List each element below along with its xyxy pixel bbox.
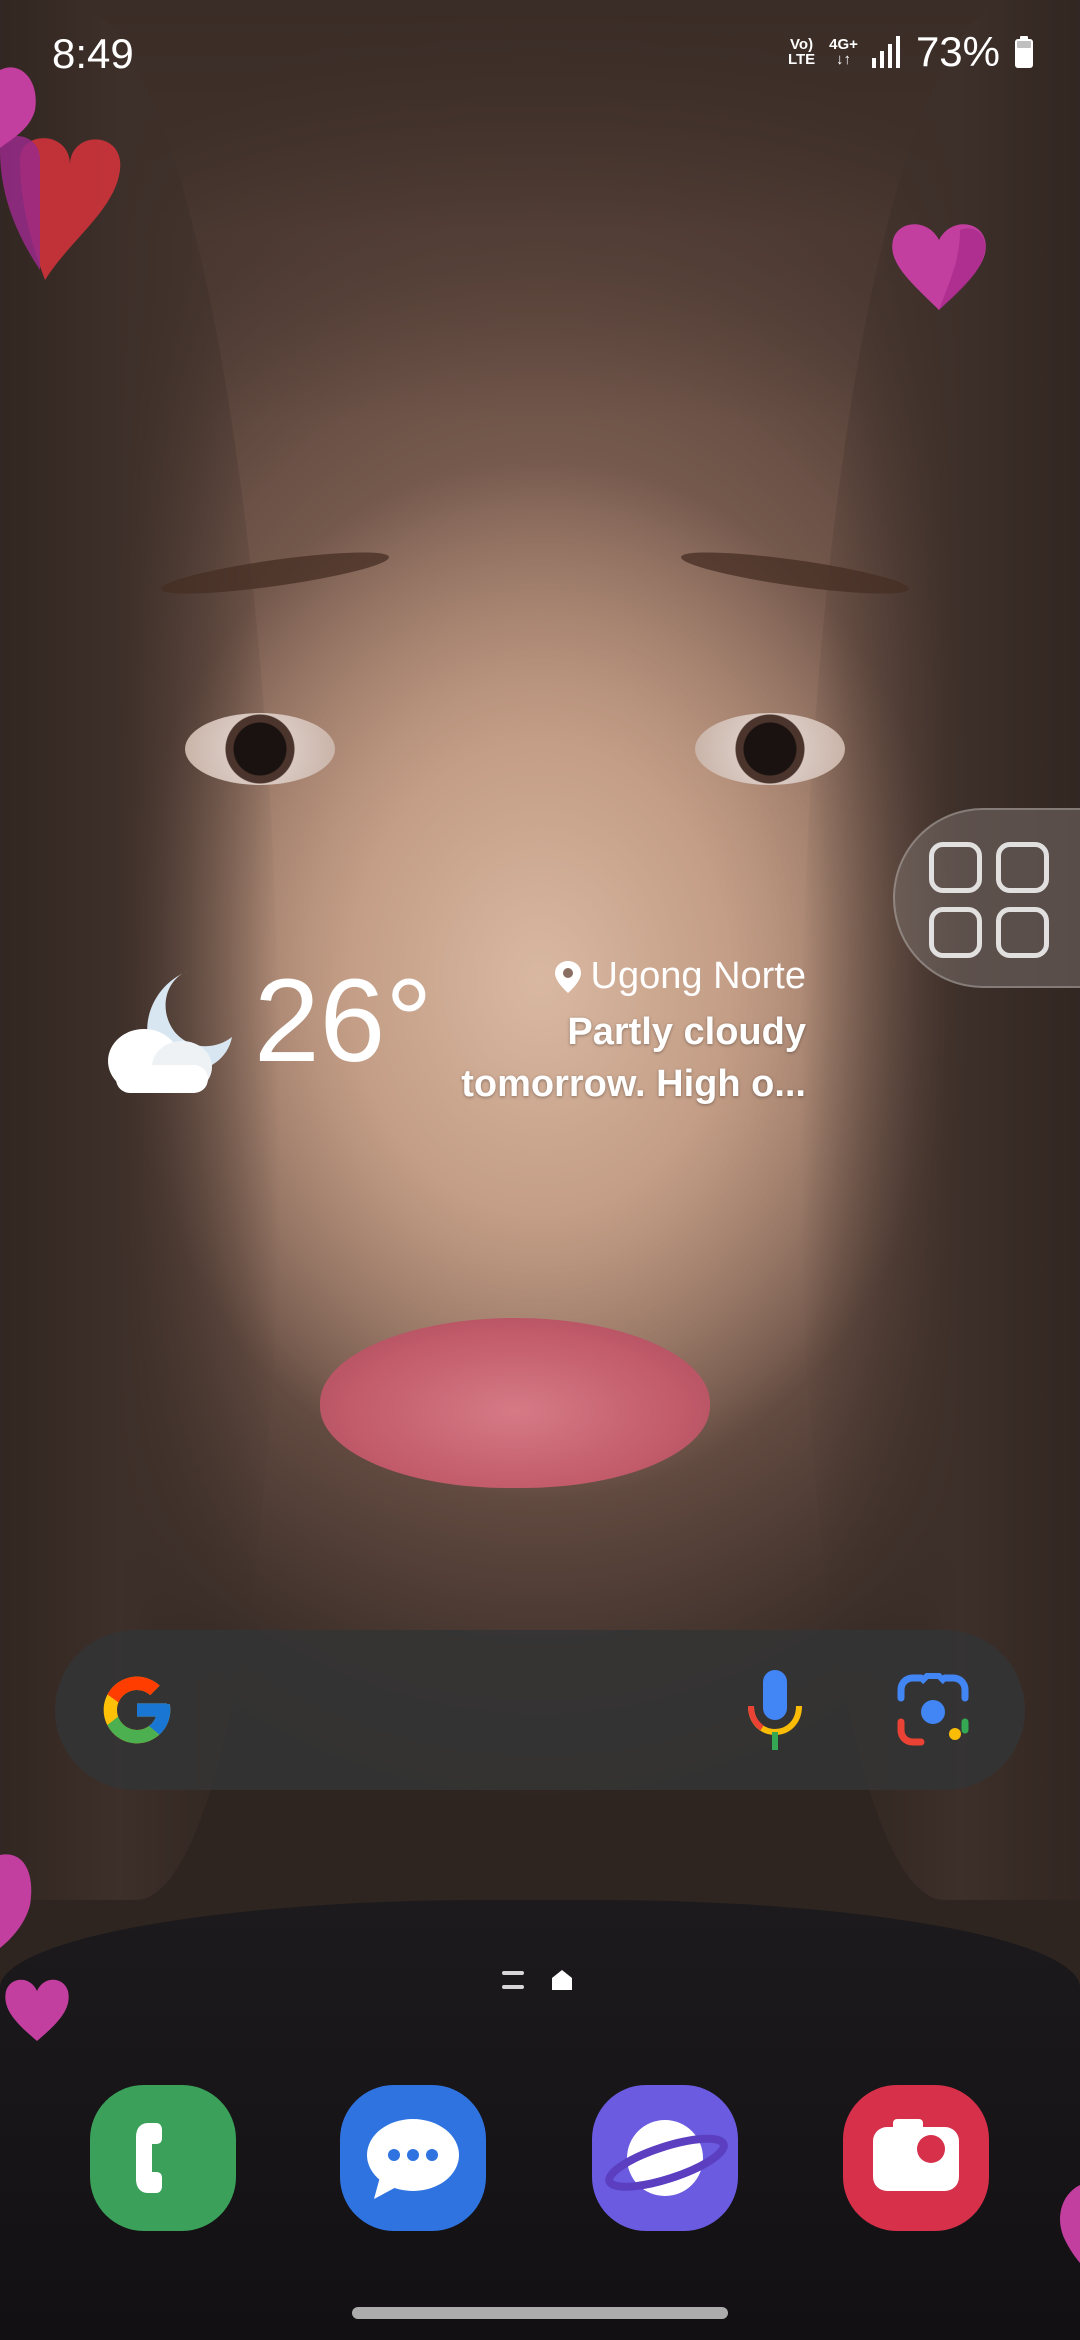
battery-icon — [1015, 36, 1033, 68]
page-indicator[interactable] — [502, 1967, 582, 1993]
heart-icon — [0, 1854, 32, 1948]
dock-app-messages[interactable] — [340, 2085, 486, 2231]
status-bar: 8:49 Vo) LTE 4G+ ↓↑ 73% — [0, 0, 1080, 110]
app-grid-icon — [929, 842, 1049, 958]
clock: 8:49 — [52, 30, 134, 77]
network-type-indicator: 4G+ ↓↑ — [829, 37, 858, 67]
heart-icon — [1060, 2185, 1080, 2263]
edge-panel-handle[interactable] — [893, 808, 1080, 988]
volte-top: Vo) — [790, 36, 814, 53]
dock-app-camera[interactable] — [843, 2085, 989, 2231]
home-screen: 8:49 Vo) LTE 4G+ ↓↑ 73% 26° Ugong Norte … — [0, 0, 1080, 2340]
forecast-line-2: tomorrow. High o... — [461, 1063, 806, 1105]
signal-strength-icon — [871, 36, 900, 68]
weather-location: Ugong Norte — [554, 955, 806, 998]
partly-cloudy-night-icon — [108, 971, 232, 1093]
volte-indicator: Vo) LTE — [788, 37, 815, 67]
wallpaper-right-eye — [695, 713, 845, 785]
google-search-bar[interactable] — [55, 1630, 1025, 1790]
heart-icon — [0, 136, 121, 280]
microphone-icon[interactable] — [735, 1666, 815, 1754]
heart-icon — [5, 1979, 69, 2041]
network-type: 4G+ — [829, 36, 858, 53]
network-arrows: ↓↑ — [836, 51, 852, 68]
chat-bubble-icon — [367, 2119, 459, 2199]
gesture-navigation-handle[interactable] — [352, 2307, 728, 2319]
location-pin-icon — [554, 960, 581, 993]
location-name: Ugong Norte — [590, 955, 806, 997]
wallpaper-lips — [320, 1318, 710, 1488]
page-indicator-list-icon — [502, 1971, 524, 1989]
phone-icon — [136, 2123, 162, 2193]
volte-bottom: LTE — [787, 51, 816, 68]
forecast-line-1: Partly cloudy — [567, 1011, 806, 1053]
dock-app-internet[interactable] — [592, 2085, 738, 2231]
battery-percentage: 73% — [915, 28, 1000, 75]
temperature: 26° — [254, 955, 433, 1087]
wallpaper-right-brow — [679, 544, 911, 602]
google-g-icon — [103, 1676, 171, 1744]
dock-app-phone[interactable] — [90, 2085, 236, 2231]
wallpaper-left-brow — [159, 544, 391, 602]
home-page-indicator-icon — [552, 1970, 572, 1990]
heart-icon — [892, 224, 986, 310]
status-icons: Vo) LTE 4G+ ↓↑ 73% — [788, 28, 1034, 76]
planet-icon — [605, 2120, 728, 2196]
wallpaper-left-eye — [185, 713, 335, 785]
camera-icon — [873, 2119, 959, 2191]
weather-widget[interactable]: 26° Ugong Norte Partly cloudy tomorrow. … — [96, 955, 806, 1125]
google-lens-icon[interactable] — [891, 1668, 975, 1752]
